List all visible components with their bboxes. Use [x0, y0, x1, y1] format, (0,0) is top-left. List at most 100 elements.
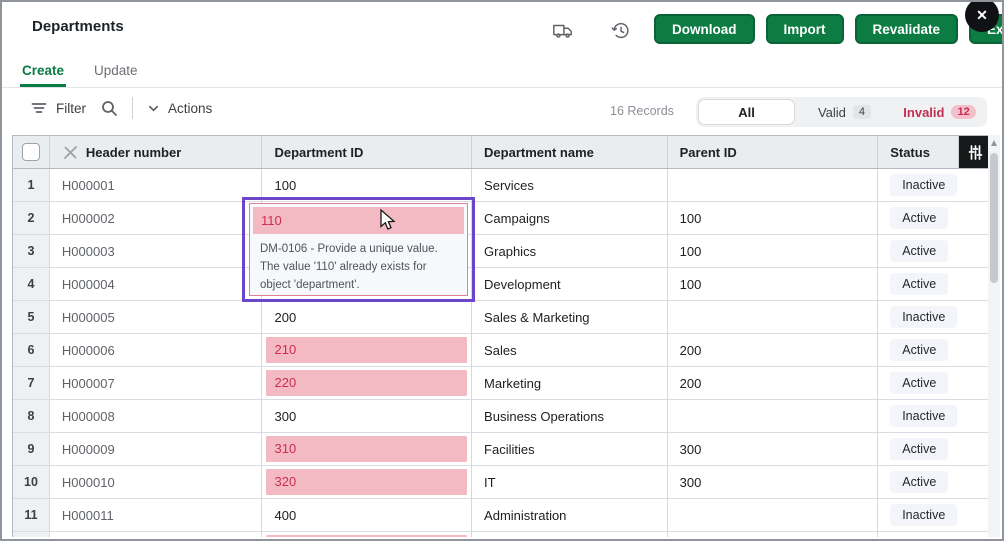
- column-department-id[interactable]: Department ID: [262, 136, 472, 168]
- header-number-cell[interactable]: H000003: [50, 235, 263, 268]
- import-button[interactable]: Import: [766, 14, 844, 44]
- department-name-cell[interactable]: [472, 532, 668, 537]
- filter-tab-all[interactable]: All: [698, 99, 795, 125]
- row-number-cell[interactable]: 7: [13, 367, 50, 400]
- parent-id-cell[interactable]: [668, 499, 879, 532]
- history-icon[interactable]: [610, 20, 632, 42]
- row-number-cell[interactable]: 11: [13, 499, 50, 532]
- status-badge: Active: [890, 372, 948, 394]
- tab-update[interactable]: Update: [92, 57, 140, 87]
- parent-id-cell[interactable]: 200: [668, 334, 879, 367]
- status-cell[interactable]: Active: [878, 433, 991, 466]
- revalidate-button[interactable]: Revalidate: [855, 14, 959, 44]
- scroll-up-arrow-icon[interactable]: [991, 140, 997, 146]
- status-badge: Active: [890, 438, 948, 460]
- department-id-cell-invalid[interactable]: 210: [262, 334, 472, 367]
- parent-id-cell[interactable]: [668, 301, 879, 334]
- department-name-cell[interactable]: Graphics: [472, 235, 668, 268]
- filter-tab-valid[interactable]: Valid 4: [797, 97, 892, 127]
- status-cell[interactable]: Inactive: [878, 400, 991, 433]
- parent-id-cell[interactable]: [668, 532, 879, 537]
- status-cell[interactable]: Inactive: [878, 301, 991, 334]
- department-name-cell[interactable]: IT: [472, 466, 668, 499]
- status-cell[interactable]: Active: [878, 334, 991, 367]
- department-name-cell[interactable]: Sales: [472, 334, 668, 367]
- download-button[interactable]: Download: [654, 14, 755, 44]
- status-cell[interactable]: [878, 532, 991, 537]
- vertical-scrollbar[interactable]: [988, 135, 1000, 537]
- row-number-cell[interactable]: 6: [13, 334, 50, 367]
- filter-button[interactable]: Filter: [30, 99, 86, 117]
- column-department-name[interactable]: Department name: [472, 136, 668, 168]
- department-id-cell-invalid[interactable]: 220: [262, 367, 472, 400]
- header-number-cell[interactable]: H000009: [50, 433, 263, 466]
- department-id-cell[interactable]: 200: [262, 301, 472, 334]
- header-number-cell[interactable]: H000008: [50, 400, 263, 433]
- row-number-cell[interactable]: 10: [13, 466, 50, 499]
- column-settings-button[interactable]: [959, 136, 991, 168]
- parent-id-cell[interactable]: [668, 169, 879, 202]
- select-all-checkbox[interactable]: [22, 143, 40, 161]
- status-cell[interactable]: Active: [878, 202, 991, 235]
- department-name-cell[interactable]: Business Operations: [472, 400, 668, 433]
- department-name-cell[interactable]: Services: [472, 169, 668, 202]
- filter-tab-invalid-label: Invalid: [903, 105, 944, 120]
- filter-tab-invalid[interactable]: Invalid 12: [892, 97, 987, 127]
- parent-id-cell[interactable]: 100: [668, 268, 879, 301]
- status-cell[interactable]: Active: [878, 367, 991, 400]
- row-number-cell[interactable]: [13, 532, 50, 537]
- department-name-cell[interactable]: Campaigns: [472, 202, 668, 235]
- status-badge: Inactive: [890, 504, 957, 526]
- department-name-cell[interactable]: Facilities: [472, 433, 668, 466]
- header-number-cell[interactable]: H000005: [50, 301, 263, 334]
- department-id-cell[interactable]: 300: [262, 400, 472, 433]
- invalid-department-id-cell[interactable]: 110: [253, 207, 464, 234]
- scrollbar-thumb[interactable]: [990, 153, 998, 283]
- parent-id-cell[interactable]: 100: [668, 235, 879, 268]
- status-cell[interactable]: Active: [878, 235, 991, 268]
- header-number-cell[interactable]: H000006: [50, 334, 263, 367]
- status-cell[interactable]: Inactive: [878, 499, 991, 532]
- table-row-partial: [13, 532, 991, 537]
- row-number-cell[interactable]: 4: [13, 268, 50, 301]
- header-number-cell[interactable]: H000011: [50, 499, 263, 532]
- row-number-cell[interactable]: 9: [13, 433, 50, 466]
- department-id-cell-invalid[interactable]: 320: [262, 466, 472, 499]
- tab-create[interactable]: Create: [20, 57, 66, 87]
- header-number-cell[interactable]: H000010: [50, 466, 263, 499]
- status-cell[interactable]: Active: [878, 268, 991, 301]
- validation-error-popup: 110 DM-0106 - Provide a unique value. Th…: [249, 203, 468, 296]
- department-id-cell-invalid[interactable]: 310: [262, 433, 472, 466]
- header-number-cell[interactable]: H000004: [50, 268, 263, 301]
- department-id-cell[interactable]: 400: [262, 499, 472, 532]
- row-number-cell[interactable]: 2: [13, 202, 50, 235]
- department-id-cell-invalid[interactable]: [262, 532, 472, 537]
- department-id-cell[interactable]: 100: [262, 169, 472, 202]
- department-name-cell[interactable]: Marketing: [472, 367, 668, 400]
- header-number-cell[interactable]: H000001: [50, 169, 263, 202]
- parent-id-cell[interactable]: 300: [668, 466, 879, 499]
- status-cell[interactable]: Active: [878, 466, 991, 499]
- column-parent-id[interactable]: Parent ID: [668, 136, 879, 168]
- header-number-cell[interactable]: H000007: [50, 367, 263, 400]
- department-name-cell[interactable]: Administration: [472, 499, 668, 532]
- parent-id-cell[interactable]: 100: [668, 202, 879, 235]
- row-number-cell[interactable]: 8: [13, 400, 50, 433]
- parent-id-cell[interactable]: 300: [668, 433, 879, 466]
- status-badge: Active: [890, 240, 948, 262]
- column-header-number[interactable]: Header number: [50, 136, 263, 168]
- status-cell[interactable]: Inactive: [878, 169, 991, 202]
- parent-id-cell[interactable]: 200: [668, 367, 879, 400]
- header-number-cell[interactable]: [50, 532, 263, 537]
- parent-id-cell[interactable]: [668, 400, 879, 433]
- search-button[interactable]: [100, 99, 118, 117]
- actions-menu[interactable]: Actions: [147, 101, 212, 116]
- row-number-cell[interactable]: 5: [13, 301, 50, 334]
- row-number-cell[interactable]: 1: [13, 169, 50, 202]
- column-status[interactable]: Status: [878, 136, 959, 168]
- header-number-cell[interactable]: H000002: [50, 202, 263, 235]
- truck-icon[interactable]: [552, 20, 574, 42]
- department-name-cell[interactable]: Development: [472, 268, 668, 301]
- department-name-cell[interactable]: Sales & Marketing: [472, 301, 668, 334]
- row-number-cell[interactable]: 3: [13, 235, 50, 268]
